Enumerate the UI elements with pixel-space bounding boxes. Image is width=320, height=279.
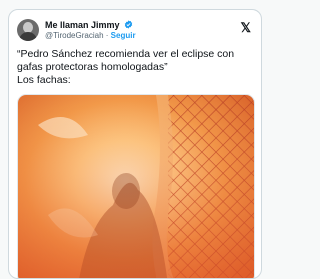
tweet-card[interactable]: Me llaman Jimmy @TirodeGraciah · Seguir … [8, 9, 262, 279]
tweet-text: “Pedro Sánchez recomienda ver el eclipse… [17, 48, 255, 87]
tweet-header: Me llaman Jimmy @TirodeGraciah · Seguir … [17, 19, 253, 43]
handle-row: @TirodeGraciah · Seguir [45, 31, 136, 40]
tweet-media-image[interactable] [17, 94, 255, 278]
x-logo-icon[interactable]: 𝕏 [241, 21, 251, 34]
avatar[interactable] [17, 19, 39, 41]
tweet-caption: Los fachas: [17, 74, 71, 86]
fire-photo-illustration [18, 95, 254, 278]
tweet-quote: “Pedro Sánchez recomienda ver el eclipse… [17, 48, 238, 73]
verified-badge-icon [124, 20, 133, 29]
avatar-body [19, 32, 37, 41]
user-name-row[interactable]: Me llaman Jimmy [45, 20, 133, 30]
user-name[interactable]: Me llaman Jimmy [45, 20, 120, 30]
separator-dot: · [105, 31, 109, 40]
follow-button[interactable]: Seguir [111, 31, 136, 40]
user-handle[interactable]: @TirodeGraciah [45, 31, 104, 40]
